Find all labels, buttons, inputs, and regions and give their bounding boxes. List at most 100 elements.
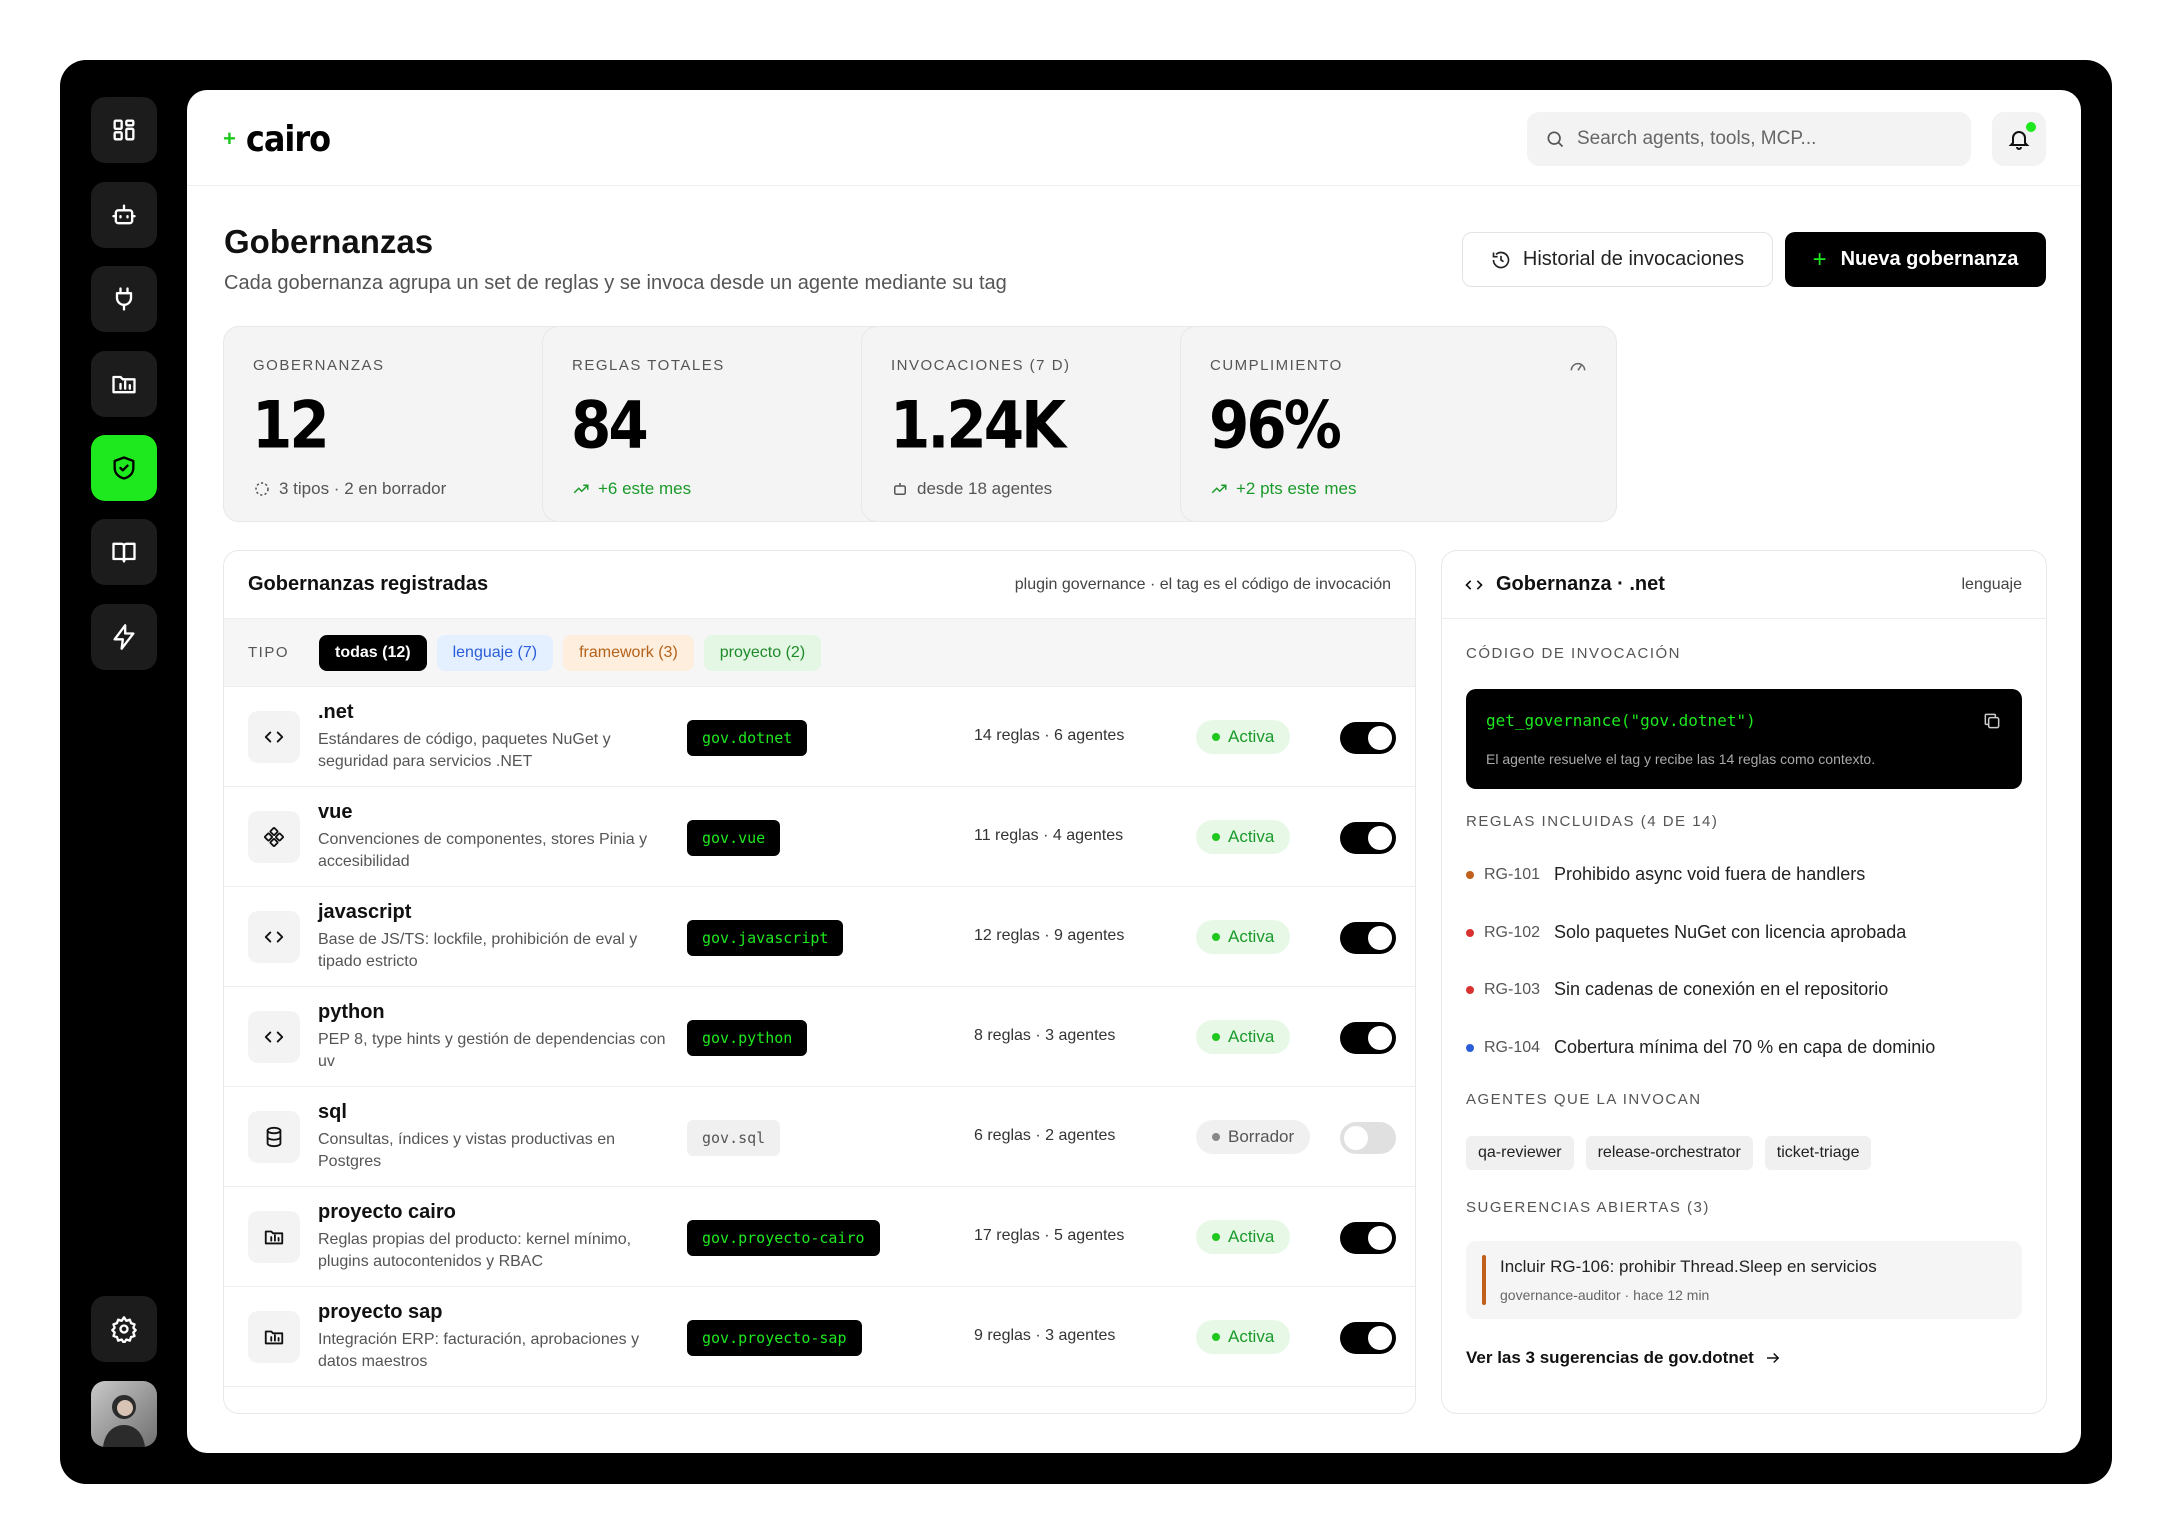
status-badge: Activa xyxy=(1196,1320,1291,1354)
filter-all[interactable]: todas (12) xyxy=(319,634,427,671)
row-icon-box xyxy=(248,1311,300,1363)
status-badge: Activa xyxy=(1196,920,1291,954)
stat-label: CUMPLIMIENTO xyxy=(1210,357,1343,374)
row-counts: 6 reglas · 2 agentes xyxy=(974,1127,1116,1144)
arrow-right-icon xyxy=(1766,1352,1780,1364)
row-icon-box xyxy=(248,1011,300,1063)
rule-dot xyxy=(1466,928,1474,937)
row-description: Reglas propias del producto: kernel míni… xyxy=(318,1231,632,1270)
rule-item: RG-102 Solo paquetes NuGet con licencia a… xyxy=(1466,922,1906,943)
row-toggle[interactable] xyxy=(1340,1322,1396,1354)
table-row[interactable]: vue Convenciones de componentes, stores … xyxy=(224,787,1415,887)
stat-note: +2 pts este mes xyxy=(1210,479,1356,499)
new-governance-button[interactable]: + Nueva gobernanza xyxy=(1785,232,2046,287)
row-description: PEP 8, type hints y gestión de dependenc… xyxy=(318,1031,666,1070)
search-input[interactable] xyxy=(1577,128,1937,150)
invocation-hint: El agente resuelve el tag y recibe las 1… xyxy=(1486,751,1876,767)
suggestion-meta: governance-auditor · hace 12 min xyxy=(1500,1287,1710,1303)
status-badge: Activa xyxy=(1196,1020,1291,1054)
notifications-button[interactable] xyxy=(1992,112,2046,166)
rule-id: RG-102 xyxy=(1484,923,1541,941)
row-toggle[interactable] xyxy=(1340,1222,1396,1254)
invocation-code[interactable]: get_governance("gov.dotnet") xyxy=(1486,711,1756,730)
copy-icon[interactable] xyxy=(1982,711,2002,731)
nav-automations-button[interactable] xyxy=(91,604,157,670)
row-toggle[interactable] xyxy=(1340,1122,1396,1154)
logo-plus-icon: + xyxy=(223,126,236,151)
nav-docs-button[interactable] xyxy=(91,519,157,585)
rule-dot xyxy=(1466,870,1474,879)
row-name: .net xyxy=(318,701,354,723)
row-toggle[interactable] xyxy=(1340,822,1396,854)
agents-section-title: AGENTES QUE LA INVOCAN xyxy=(1466,1091,1702,1108)
agent-chip[interactable]: ticket-triage xyxy=(1764,1136,1872,1170)
table-row[interactable]: proyecto cairo Reglas propias del produc… xyxy=(224,1187,1415,1287)
view-suggestions-link[interactable]: Ver las 3 sugerencias de gov.dotnet xyxy=(1466,1348,1782,1368)
stat-card-compliance: CUMPLIMIENTO 96% +2 pts este mes xyxy=(1180,326,1617,522)
nav-agents-button[interactable] xyxy=(91,182,157,248)
gauge-icon xyxy=(1570,362,1586,371)
table-row[interactable]: proyecto sap Integración ERP: facturació… xyxy=(224,1287,1415,1387)
type-filters: TIPO todas (12) lenguaje (7) framework (… xyxy=(224,619,1415,687)
invocation-history-button[interactable]: Historial de invocaciones xyxy=(1462,232,1773,287)
rule-item: RG-104 Cobertura mínima del 70 % en capa … xyxy=(1466,1037,1935,1058)
status-badge: Activa xyxy=(1196,820,1291,854)
table-row[interactable]: .net Estándares de código, paquetes NuGe… xyxy=(224,687,1415,787)
list-meta: plugin governance · el tag es el código … xyxy=(1014,576,1391,593)
row-tag[interactable]: gov.vue xyxy=(687,820,781,856)
agent-chip[interactable]: release-orchestrator xyxy=(1585,1136,1753,1170)
rule-id: RG-103 xyxy=(1484,980,1541,998)
table-row[interactable]: sql Consultas, índices y vistas producti… xyxy=(224,1087,1415,1187)
nav-settings-button[interactable] xyxy=(91,1296,157,1362)
row-counts: 8 reglas · 3 agentes xyxy=(974,1027,1116,1044)
database-icon xyxy=(266,1126,282,1148)
logo[interactable]: + cairo xyxy=(223,118,331,160)
row-toggle[interactable] xyxy=(1340,722,1396,754)
agent-chip[interactable]: qa-reviewer xyxy=(1466,1136,1574,1170)
suggestions-section-title: SUGERENCIAS ABIERTAS (3) xyxy=(1466,1199,1710,1216)
filter-project[interactable]: proyecto (2) xyxy=(703,634,822,671)
rule-text: Prohibido async void fuera de handlers xyxy=(1554,864,1866,884)
filter-framework[interactable]: framework (3) xyxy=(563,634,694,671)
nav-plugins-button[interactable] xyxy=(91,266,157,332)
user-avatar[interactable] xyxy=(91,1381,157,1447)
row-tag[interactable]: gov.sql xyxy=(687,1120,781,1156)
row-counts: 12 reglas · 9 agentes xyxy=(974,927,1125,944)
row-toggle[interactable] xyxy=(1340,1022,1396,1054)
search-icon xyxy=(1547,131,1564,148)
filter-language[interactable]: lenguaje (7) xyxy=(436,634,554,671)
stat-label: GOBERNANZAS xyxy=(253,357,385,374)
robot-icon xyxy=(112,204,136,225)
row-tag[interactable]: gov.proyecto-cairo xyxy=(687,1220,880,1256)
row-toggle[interactable] xyxy=(1340,922,1396,954)
top-bar: + cairo xyxy=(187,90,2081,186)
row-name: vue xyxy=(318,801,353,823)
rule-dot xyxy=(1466,1043,1474,1052)
row-icon-box xyxy=(248,1111,300,1163)
row-tag[interactable]: gov.python xyxy=(687,1020,808,1056)
book-icon xyxy=(112,542,136,563)
nav-governance-button[interactable] xyxy=(91,435,157,501)
row-icon-box xyxy=(248,911,300,963)
lightning-icon xyxy=(113,624,135,650)
table-row[interactable]: python PEP 8, type hints y gestión de de… xyxy=(224,987,1415,1087)
nav-projects-button[interactable] xyxy=(91,351,157,417)
suggestion-item[interactable]: Incluir RG-106: prohibir Thread.Sleep en… xyxy=(1466,1241,2022,1319)
stat-label: REGLAS TOTALES xyxy=(572,357,725,374)
table-row[interactable]: javascript Base de JS/TS: lockfile, proh… xyxy=(224,887,1415,987)
search-box[interactable] xyxy=(1527,112,1971,166)
dashed-circle-icon xyxy=(255,482,269,496)
governance-list-card: Gobernanzas registradas plugin governanc… xyxy=(223,550,1416,1414)
stat-value: 84 xyxy=(571,387,649,464)
row-tag[interactable]: gov.javascript xyxy=(687,920,844,956)
main-panel: + cairo Gobernanzas Cada gobernanza agru… xyxy=(187,90,2081,1453)
code-icon xyxy=(1465,580,1483,590)
row-tag[interactable]: gov.dotnet xyxy=(687,720,808,756)
row-counts: 14 reglas · 6 agentes xyxy=(974,727,1125,744)
rule-text: Solo paquetes NuGet con licencia aprobad… xyxy=(1554,922,1907,942)
folder-chart-icon xyxy=(264,1330,284,1345)
rule-text: Cobertura mínima del 70 % en capa de dom… xyxy=(1554,1037,1936,1057)
row-tag[interactable]: gov.proyecto-sap xyxy=(687,1320,862,1356)
nav-dashboard-button[interactable] xyxy=(91,97,157,163)
view-suggestions-label: Ver las 3 sugerencias de gov.dotnet xyxy=(1466,1348,1754,1367)
